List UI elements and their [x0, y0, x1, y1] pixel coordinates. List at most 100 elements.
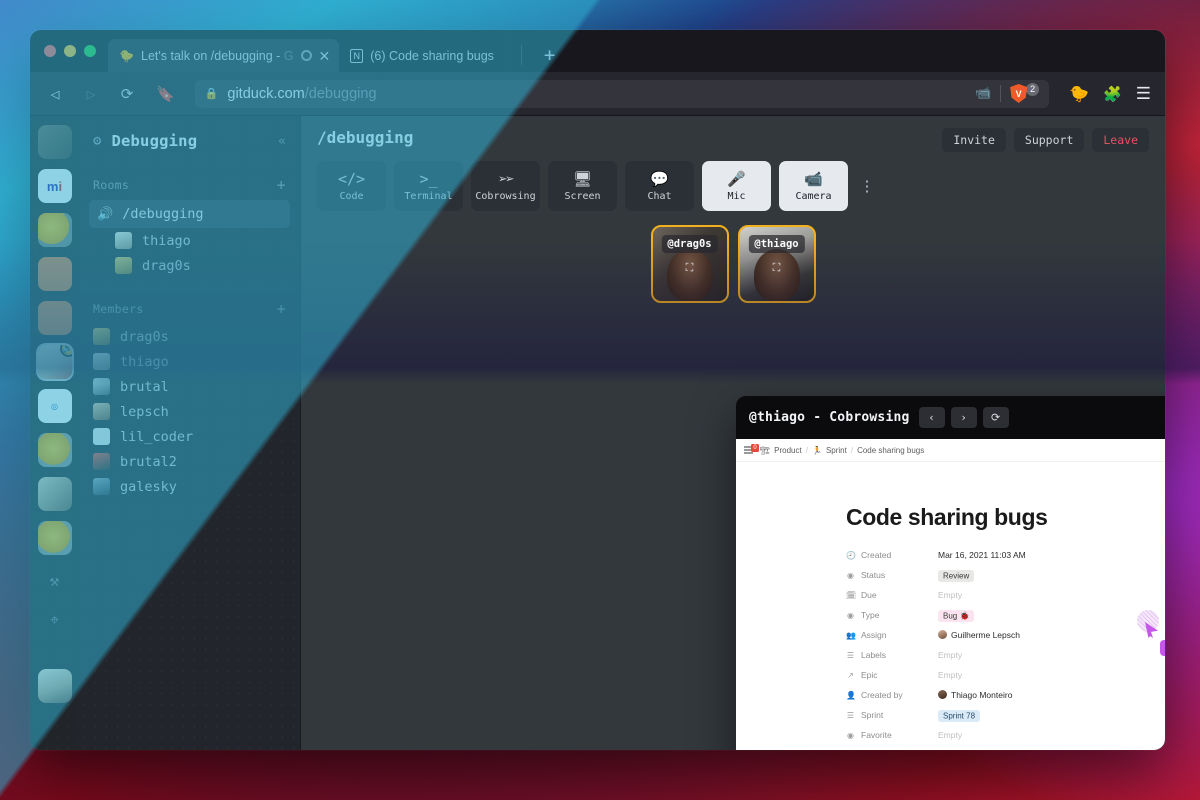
- property-row-epic[interactable]: ↗ Epic Empty: [846, 665, 1165, 685]
- workspace-avatar-ducks-1[interactable]: [37, 213, 72, 247]
- people-icon: 👥: [846, 630, 856, 640]
- clock-icon: 🕘: [846, 550, 856, 560]
- user-avatar-thiago[interactable]: [37, 669, 72, 703]
- compass-icon[interactable]: ⌖: [50, 605, 59, 635]
- mic-button[interactable]: 🎤 Mic: [702, 161, 771, 211]
- invite-button[interactable]: Invite: [942, 128, 1006, 152]
- button-label: Camera: [795, 190, 832, 202]
- property-row-assign[interactable]: 👥 Assign Guilherme Lepsch: [846, 625, 1165, 645]
- workspace-avatar-1[interactable]: [37, 125, 72, 159]
- room-toolbar: </> Code >_ Terminal ➢➢ Cobrowsing 🖥 Scr…: [301, 152, 1165, 221]
- main-panel: /debugging Invite Support Leave </> Code…: [301, 116, 1165, 750]
- minimize-window-button[interactable]: [64, 45, 76, 57]
- workspace-avatar-mirc[interactable]: mi: [37, 169, 72, 203]
- brave-shield-button[interactable]: V 2: [1010, 82, 1040, 103]
- focus-icon[interactable]: ⛶: [681, 261, 699, 275]
- add-member-button[interactable]: +: [277, 300, 286, 318]
- workspace-header: ⚙ Debugging «: [89, 116, 290, 162]
- forward-icon[interactable]: ▷: [80, 85, 102, 103]
- room-participant-drag0s[interactable]: drag0s: [89, 253, 290, 278]
- breadcrumb: 🏗 Product / 🏃 Sprint / Code sharing bugs: [760, 446, 924, 455]
- support-button[interactable]: Support: [1013, 128, 1085, 152]
- breadcrumb-item-current[interactable]: Code sharing bugs: [857, 446, 924, 455]
- cobrowse-reload-button[interactable]: ⟳: [982, 407, 1009, 428]
- workspace-avatar-orange-2[interactable]: [37, 301, 72, 335]
- video-tile-drag0s[interactable]: @drag0s ⛶: [650, 225, 729, 303]
- reload-icon[interactable]: ⟳: [116, 85, 138, 103]
- browser-tab-gitduck[interactable]: 🐤 Let's talk on /debugging - G ✕: [108, 39, 340, 72]
- person-icon: 👤: [846, 690, 856, 700]
- video-tile-thiago[interactable]: @thiago ⛶: [737, 225, 816, 303]
- workspace-avatar-ducks-3[interactable]: [37, 521, 72, 555]
- breadcrumb-item-product[interactable]: Product: [774, 446, 802, 455]
- gear-icon[interactable]: ⚙: [93, 133, 101, 149]
- wrench-icon[interactable]: ⚒: [50, 565, 60, 595]
- workspace-avatar-coderdojo[interactable]: ◎: [37, 389, 72, 423]
- cobrowse-back-button[interactable]: ‹: [918, 407, 945, 428]
- maximize-window-button[interactable]: [84, 45, 96, 57]
- back-icon[interactable]: ◁: [44, 85, 66, 103]
- close-window-button[interactable]: [44, 45, 56, 57]
- kebab-menu-icon[interactable]: ⋮: [856, 161, 878, 211]
- leave-button[interactable]: Leave: [1092, 128, 1149, 152]
- collapse-sidebar-icon[interactable]: «: [278, 134, 286, 149]
- bookmark-icon[interactable]: 🔖: [156, 85, 175, 103]
- terminal-button[interactable]: >_ Terminal: [394, 161, 463, 211]
- list-item[interactable]: brutal: [89, 374, 290, 399]
- camera-button[interactable]: 📹 Camera: [779, 161, 848, 211]
- close-tab-icon[interactable]: ✕: [319, 49, 331, 63]
- new-tab-button[interactable]: +: [544, 46, 555, 65]
- avatar: [93, 353, 110, 370]
- focus-icon[interactable]: ⛶: [768, 261, 786, 275]
- list-item[interactable]: drag0s: [89, 324, 290, 349]
- list-item[interactable]: brutal2: [89, 449, 290, 474]
- property-key: 🕘 Created: [846, 550, 892, 560]
- avatar: [93, 428, 110, 445]
- browser-tab-notion[interactable]: N (6) Code sharing bugs: [339, 39, 503, 72]
- breadcrumb-item-sprint[interactable]: Sprint: [826, 446, 847, 455]
- list-item[interactable]: thiago: [89, 349, 290, 374]
- property-row-status[interactable]: ◉ Status Review: [846, 565, 1165, 585]
- property-row-labels[interactable]: ☰ Labels Empty: [846, 645, 1165, 665]
- workspace-avatar-orange-1[interactable]: [37, 257, 72, 291]
- cobrowse-forward-button[interactable]: ›: [950, 407, 977, 428]
- cobrowsing-header: @thiago - Cobrowsing ‹ › ⟳ 100% Zoom ⤢ ⇧: [736, 396, 1165, 439]
- add-room-button[interactable]: +: [277, 176, 286, 194]
- avatar: [93, 403, 110, 420]
- property-row-created-by[interactable]: 👤 Created by Thiago Monteiro: [846, 685, 1165, 705]
- circle-icon: ◉: [847, 610, 854, 620]
- camera-icon[interactable]: 📹: [975, 86, 991, 101]
- participant-name: thiago: [142, 232, 191, 249]
- cobrowsing-title: @thiago - Cobrowsing: [749, 410, 910, 425]
- room-participant-thiago[interactable]: thiago: [89, 228, 290, 253]
- address-bar[interactable]: 🔒 gitduck.com/debugging 📹 V 2: [194, 79, 1050, 108]
- cobrowsing-button[interactable]: ➢➢ Cobrowsing: [471, 161, 540, 211]
- window-controls: [42, 30, 108, 72]
- hamburger-icon[interactable]: ☰: [1136, 84, 1151, 104]
- property-row-due[interactable]: 🗓 Due Empty: [846, 585, 1165, 605]
- sidebar-item-debugging[interactable]: 🔊 /debugging: [89, 200, 290, 228]
- screen-share-button[interactable]: 🖥 Screen: [548, 161, 617, 211]
- button-label: Cobrowsing: [475, 190, 536, 202]
- address-bar-text: gitduck.com/debugging: [227, 85, 377, 102]
- code-button[interactable]: </> Code: [317, 161, 386, 211]
- property-row-favorite[interactable]: ◉ Favorite Empty: [846, 725, 1165, 745]
- workspace-avatar-desk[interactable]: [37, 477, 72, 511]
- puzzle-icon[interactable]: 🧩: [1103, 85, 1122, 103]
- list-item[interactable]: galesky: [89, 474, 290, 499]
- list-item[interactable]: lepsch: [89, 399, 290, 424]
- workspace-avatar-ducks-2[interactable]: [37, 433, 72, 467]
- property-row-updated[interactable]: 🕘Updated Mar 16, 2021 2:39 PM: [846, 745, 1165, 750]
- workspace-avatar-debugging[interactable]: 🔊: [37, 345, 72, 379]
- chat-button[interactable]: 💬 Chat: [625, 161, 694, 211]
- property-row-type[interactable]: ◉ Type Bug 🐞: [846, 605, 1165, 625]
- product-icon: 🏗: [760, 445, 771, 455]
- property-row-created[interactable]: 🕘 Created Mar 16, 2021 11:03 AM: [846, 545, 1165, 565]
- property-value: Review: [938, 569, 975, 582]
- property-row-sprint[interactable]: ☰ Sprint Sprint 78: [846, 705, 1165, 725]
- list-item[interactable]: lil_coder: [89, 424, 290, 449]
- cursors-icon: ➢➢: [498, 170, 514, 188]
- sidebar-toggle-icon[interactable]: 0: [744, 444, 759, 454]
- duck-extension-icon[interactable]: 🐤: [1069, 84, 1089, 103]
- property-key: ◉ Favorite: [847, 730, 892, 740]
